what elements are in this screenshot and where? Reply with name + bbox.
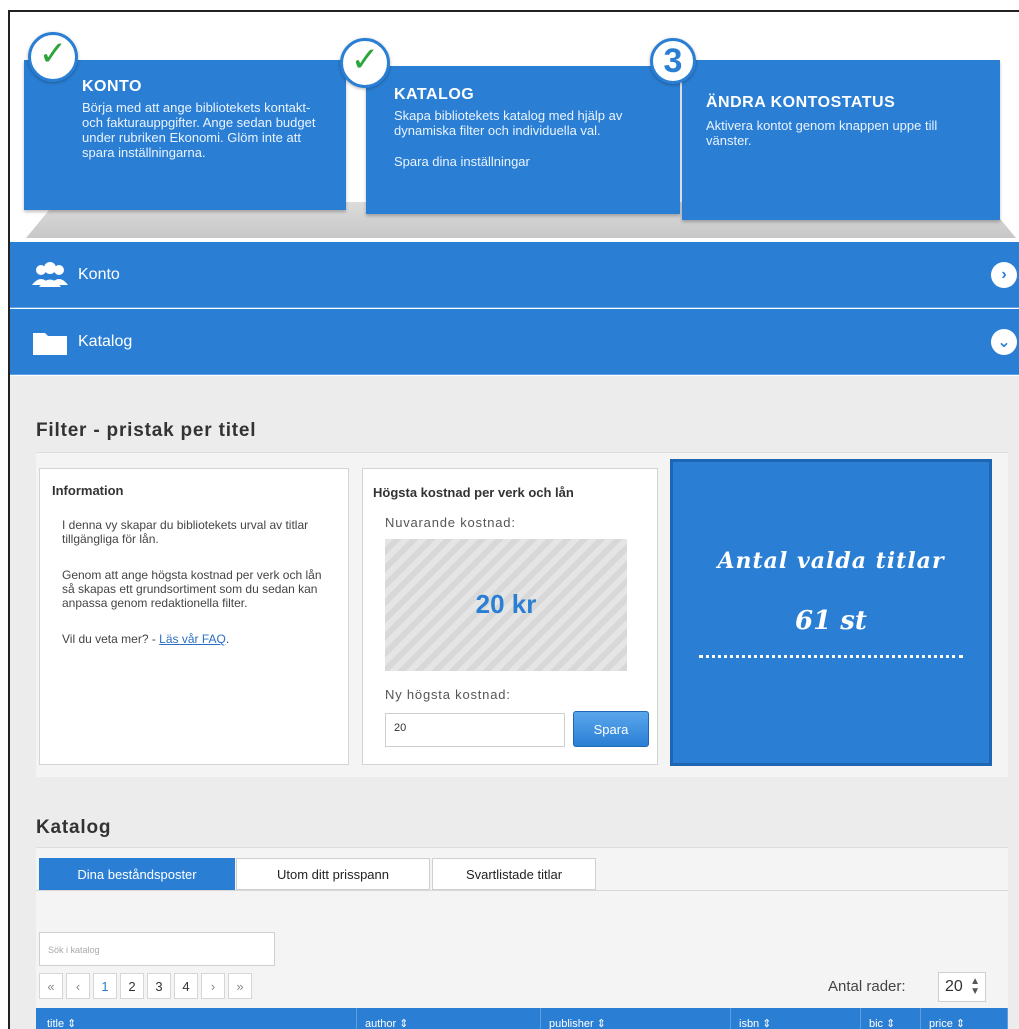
table-header: title ⇕ author ⇕ publisher ⇕ isbn ⇕ bic … <box>36 1008 1008 1029</box>
page-next-button[interactable]: › <box>201 973 225 999</box>
katalog-title: Katalog <box>36 817 112 838</box>
step-text: Aktivera kontot genom knappen uppe till … <box>706 118 938 148</box>
page-2-button[interactable]: 2 <box>120 973 144 999</box>
tab-utom-ditt-prisspann[interactable]: Utom ditt prisspann <box>236 858 430 890</box>
step-title: KATALOG <box>394 86 475 103</box>
info-paragraph: Vil du veta mer? - Läs vår FAQ. <box>62 632 326 646</box>
cost-heading: Högsta kostnad per verk och lån <box>373 485 574 500</box>
filter-title: Filter - pristak per titel <box>36 420 257 441</box>
current-cost-label: Nuvarande kostnad: <box>385 515 516 530</box>
step-title: KONTO <box>82 78 142 95</box>
page-1-button[interactable]: 1 <box>93 973 117 999</box>
katalog-panel: Dina beståndsposter Utom ditt prisspann … <box>36 847 1008 1029</box>
column-title[interactable]: title ⇕ <box>39 1008 357 1029</box>
current-cost-value: 20 kr <box>475 589 537 619</box>
step-konto[interactable]: KONTO Börja med att ange bibliotekets ko… <box>24 60 346 210</box>
page-prev-button[interactable]: ‹ <box>66 973 90 999</box>
tab-divider <box>36 890 1008 891</box>
setup-steps: KONTO Börja med att ange bibliotekets ko… <box>10 12 1019 242</box>
rows-per-page-value: 20 <box>945 978 963 995</box>
tab-svartlistade-titlar[interactable]: Svartlistade titlar <box>432 858 596 890</box>
chevron-right-icon[interactable]: › <box>991 261 1017 288</box>
faq-link[interactable]: Läs vår FAQ <box>159 632 226 646</box>
selected-titles-label: Antal valda titlar <box>717 548 945 574</box>
selected-titles-panel: Antal valda titlar 61 st <box>670 459 992 766</box>
page-first-button[interactable]: « <box>39 973 63 999</box>
filter-panels: Information I denna vy skapar du bibliot… <box>36 452 1008 777</box>
app-frame: KONTO Börja med att ange bibliotekets ko… <box>8 10 1019 1029</box>
step-text-save: Spara dina inställningar <box>394 154 530 169</box>
column-price[interactable]: price ⇕ <box>921 1008 1008 1029</box>
column-publisher[interactable]: publisher ⇕ <box>541 1008 731 1029</box>
chevron-down-icon[interactable]: ⌄ <box>991 328 1017 355</box>
accordion-konto[interactable]: Konto › <box>10 242 1019 308</box>
select-arrows-icon: ▲ ▼ <box>970 976 980 997</box>
faq-prefix: Vil du veta mer? - <box>62 632 160 646</box>
step-number-badge: 3 <box>650 38 696 84</box>
tab-dina-bestandsposter[interactable]: Dina beståndsposter <box>39 858 235 890</box>
page-last-button[interactable]: » <box>228 973 252 999</box>
accordion-label: Katalog <box>78 332 133 350</box>
selected-titles-count: 61 st <box>795 606 867 636</box>
column-bic[interactable]: bic ⇕ <box>861 1008 921 1029</box>
step-andra-kontostatus[interactable]: ÄNDRA KONTOSTATUS Aktivera kontot genom … <box>682 60 1000 220</box>
info-panel: Information I denna vy skapar du bibliot… <box>39 468 349 765</box>
faq-suffix: . <box>225 632 230 646</box>
column-isbn[interactable]: isbn ⇕ <box>731 1008 861 1029</box>
search-input[interactable]: Sök i katalog <box>39 932 275 966</box>
page-3-button[interactable]: 3 <box>147 973 171 999</box>
page-4-button[interactable]: 4 <box>174 973 198 999</box>
info-paragraph: I denna vy skapar du bibliotekets urval … <box>62 518 309 546</box>
users-icon <box>30 259 70 291</box>
dotted-divider <box>699 655 963 658</box>
new-cost-input[interactable]: 20 <box>385 713 565 747</box>
step-katalog[interactable]: KATALOG Skapa bibliotekets katalog med h… <box>366 66 680 214</box>
column-author[interactable]: author ⇕ <box>357 1008 541 1029</box>
step-complete-check-icon: ✓ <box>340 38 390 88</box>
info-heading: Information <box>52 483 124 498</box>
step-text: Skapa bibliotekets katalog med hjälp av … <box>394 108 623 138</box>
rows-per-page-label: Antal rader: <box>828 978 906 995</box>
pagination: « ‹ 1 2 3 4 › » <box>39 973 255 999</box>
step-text: Börja med att ange bibliotekets kontakt-… <box>82 100 316 160</box>
step-complete-check-icon: ✓ <box>28 32 78 82</box>
new-cost-label: Ny högsta kostnad: <box>385 687 511 702</box>
save-button[interactable]: Spara <box>573 711 649 747</box>
step-title: ÄNDRA KONTOSTATUS <box>706 94 896 111</box>
accordion-katalog[interactable]: Katalog ⌄ <box>10 309 1019 375</box>
current-cost-box: 20 kr <box>385 539 627 671</box>
cost-panel: Högsta kostnad per verk och lån Nuvarand… <box>362 468 658 765</box>
folder-icon <box>30 326 70 358</box>
info-paragraph: Genom att ange högsta kostnad per verk o… <box>62 568 322 610</box>
accordion-label: Konto <box>78 265 120 283</box>
rows-per-page-select[interactable]: 20 ▲ ▼ <box>938 972 986 1002</box>
